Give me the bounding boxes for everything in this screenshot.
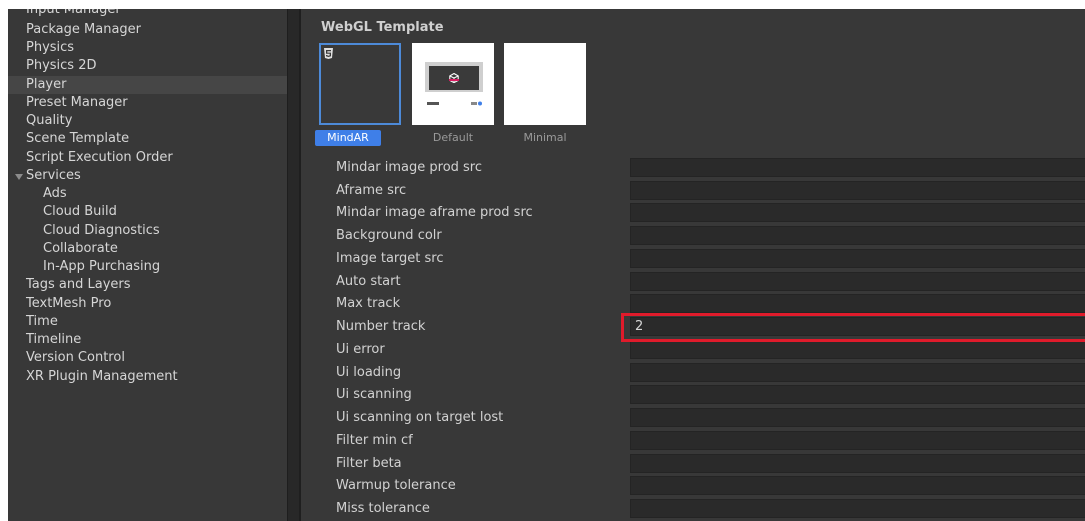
property-field[interactable] bbox=[630, 181, 1085, 200]
sidebar-item-version-control[interactable]: Version Control bbox=[26, 349, 125, 367]
property-label: Warmup tolerance bbox=[336, 478, 456, 493]
property-row: Ui loading bbox=[301, 362, 1085, 384]
template-label-mindar[interactable]: MindAR bbox=[315, 130, 381, 146]
property-field[interactable] bbox=[630, 454, 1085, 473]
property-field[interactable] bbox=[630, 294, 1085, 313]
property-field[interactable] bbox=[630, 431, 1085, 450]
property-field[interactable] bbox=[630, 272, 1085, 291]
property-row: Ui scanning on target lost bbox=[301, 407, 1085, 429]
sidebar-item-services[interactable]: Services bbox=[26, 167, 81, 185]
property-label: Aframe src bbox=[336, 183, 407, 198]
sidebar-item-collaborate[interactable]: Collaborate bbox=[43, 240, 118, 258]
property-row-highlighted: Number track 2 bbox=[301, 316, 1085, 338]
property-field[interactable] bbox=[630, 203, 1085, 222]
property-row: Mindar image aframe prod src bbox=[301, 202, 1085, 224]
template-thumbnail-minimal[interactable] bbox=[504, 43, 586, 125]
sidebar-item-input-manager[interactable]: Input Manager bbox=[26, 1, 121, 19]
property-row: Max track bbox=[301, 293, 1085, 315]
property-label: Mindar image aframe prod src bbox=[336, 205, 533, 220]
panel-splitter[interactable] bbox=[287, 0, 301, 521]
property-row: Aframe src bbox=[301, 180, 1085, 202]
property-label: Ui scanning on target lost bbox=[336, 410, 504, 425]
property-label: Filter beta bbox=[336, 456, 402, 471]
property-field[interactable] bbox=[630, 226, 1085, 245]
section-title: WebGL Template bbox=[321, 20, 444, 35]
property-row: Filter beta bbox=[301, 453, 1085, 475]
property-label: Background colr bbox=[336, 228, 442, 243]
sidebar-item-preset-manager[interactable]: Preset Manager bbox=[26, 94, 128, 112]
footer-bar-icon bbox=[427, 101, 482, 106]
number-track-field[interactable]: 2 bbox=[630, 317, 1085, 336]
property-field[interactable] bbox=[630, 499, 1085, 518]
property-label: Auto start bbox=[336, 274, 401, 289]
property-label: Mindar image prod src bbox=[336, 160, 483, 175]
property-label: Ui scanning bbox=[336, 387, 412, 402]
sidebar-item-tags-and-layers[interactable]: Tags and Layers bbox=[26, 276, 131, 294]
sidebar-item-player[interactable]: Player bbox=[26, 76, 66, 94]
default-preview-screen bbox=[425, 62, 483, 106]
property-row: Warmup tolerance bbox=[301, 475, 1085, 497]
sidebar-item-time[interactable]: Time bbox=[26, 313, 58, 331]
property-field[interactable] bbox=[630, 385, 1085, 404]
property-field[interactable] bbox=[630, 249, 1085, 268]
property-label: Ui error bbox=[336, 342, 385, 357]
template-label-default[interactable]: Default bbox=[412, 130, 494, 146]
sidebar-item-physics-2d[interactable]: Physics 2D bbox=[26, 57, 97, 75]
sidebar-item-ads[interactable]: Ads bbox=[43, 185, 67, 203]
property-label: Ui loading bbox=[336, 365, 402, 380]
property-field[interactable] bbox=[630, 363, 1085, 382]
html5-icon bbox=[324, 48, 333, 59]
template-label-minimal[interactable]: Minimal bbox=[504, 130, 586, 146]
property-row: Ui error bbox=[301, 339, 1085, 361]
expand-arrow-icon[interactable] bbox=[15, 174, 23, 180]
property-label: Image target src bbox=[336, 251, 444, 266]
sidebar-item-package-manager[interactable]: Package Manager bbox=[26, 21, 141, 39]
sidebar-item-physics[interactable]: Physics bbox=[26, 39, 74, 57]
property-row: Filter min cf bbox=[301, 430, 1085, 452]
sidebar-item-cloud-build[interactable]: Cloud Build bbox=[43, 203, 117, 221]
property-row: Mindar image prod src bbox=[301, 157, 1085, 179]
property-field[interactable] bbox=[630, 158, 1085, 177]
property-row: Auto start bbox=[301, 271, 1085, 293]
template-thumbnail-default[interactable] bbox=[412, 43, 494, 125]
property-label: Miss tolerance bbox=[336, 501, 430, 516]
property-row: Ui scanning bbox=[301, 384, 1085, 406]
property-row: Image target src bbox=[301, 248, 1085, 270]
property-field[interactable] bbox=[630, 340, 1085, 359]
sidebar-item-xr-plugin-management[interactable]: XR Plugin Management bbox=[26, 368, 178, 386]
property-field[interactable] bbox=[630, 408, 1085, 427]
sidebar-item-timeline[interactable]: Timeline bbox=[26, 331, 81, 349]
unity-logo-icon bbox=[449, 73, 459, 83]
sidebar-item-quality[interactable]: Quality bbox=[26, 112, 72, 130]
settings-sidebar: Input Manager Package Manager Physics Ph… bbox=[8, 0, 287, 521]
sidebar-item-cloud-diagnostics[interactable]: Cloud Diagnostics bbox=[43, 222, 160, 240]
sidebar-item-script-execution-order[interactable]: Script Execution Order bbox=[26, 149, 173, 167]
property-row: Background colr bbox=[301, 225, 1085, 247]
project-settings-window: Input Manager Package Manager Physics Ph… bbox=[0, 0, 1085, 521]
property-label: Filter min cf bbox=[336, 433, 413, 448]
sidebar-item-scene-template[interactable]: Scene Template bbox=[26, 130, 129, 148]
property-label: Number track bbox=[336, 319, 426, 334]
sidebar-item-textmesh-pro[interactable]: TextMesh Pro bbox=[26, 295, 111, 313]
sidebar-item-in-app-purchasing[interactable]: In-App Purchasing bbox=[43, 258, 160, 276]
property-field[interactable] bbox=[630, 476, 1085, 495]
property-label: Max track bbox=[336, 296, 401, 311]
template-thumbnail-mindar[interactable] bbox=[319, 43, 401, 125]
player-settings-panel: WebGL Template MindAR Default Minimal Mi… bbox=[301, 0, 1085, 521]
property-row: Miss tolerance bbox=[301, 498, 1085, 520]
